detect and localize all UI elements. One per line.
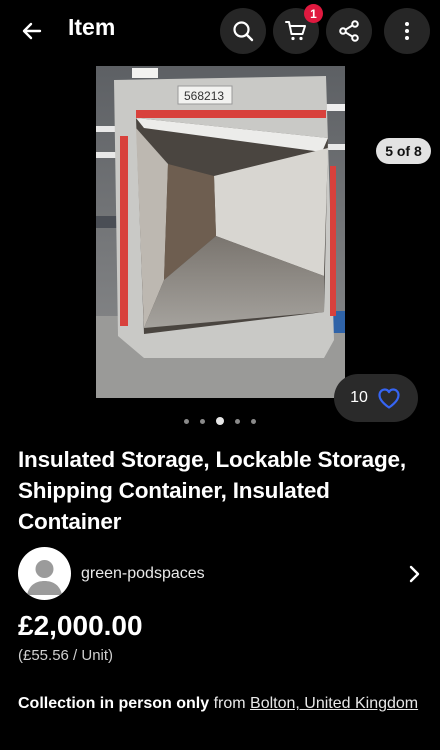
seller-avatar [18,547,71,600]
collection-label: Collection in person only [18,695,210,712]
search-button[interactable] [220,8,266,54]
item-price: £2,000.00 [18,610,143,641]
back-arrow-icon [22,22,42,40]
avatar-placeholder-icon [27,560,62,595]
gallery-pagination-dots [0,414,440,428]
collection-location-link[interactable]: Bolton, United Kingdom [250,695,418,712]
pagination-dot[interactable] [184,418,189,424]
photo-counter: 5 of 8 [376,138,431,164]
cart-icon [285,21,306,41]
pagination-dot[interactable] [251,418,256,424]
share-button[interactable] [326,8,372,54]
container-photo-illustration: 568213 [96,66,345,398]
pagination-dot-active[interactable] [216,417,224,425]
cart-count-badge: 1 [304,4,323,23]
page-title: Item [68,14,116,40]
search-icon [233,21,254,42]
photo-gallery[interactable]: 568213 5 of 8 [0,62,440,402]
heart-icon [378,388,400,409]
container-number-label: 568213 [184,89,224,103]
back-button[interactable] [14,12,50,50]
collection-info: Collection in person only from Bolton, U… [18,692,428,715]
pagination-dot[interactable] [200,418,205,424]
top-bar: Item 1 [0,0,440,62]
seller-row[interactable]: green-podspaces [0,547,440,601]
item-title: Insulated Storage, Lockable Storage, Shi… [18,447,406,534]
item-photo[interactable]: 568213 [96,66,345,398]
more-options-button[interactable] [384,8,430,54]
more-vertical-icon [405,22,409,40]
unit-price: (£55.56 / Unit) [18,647,114,664]
watch-count: 10 [350,389,368,406]
collection-from: from [209,695,251,712]
chevron-right-icon[interactable] [404,563,424,585]
seller-name[interactable]: green-podspaces [81,565,205,583]
share-icon [339,20,359,42]
pagination-dot[interactable] [235,418,240,424]
